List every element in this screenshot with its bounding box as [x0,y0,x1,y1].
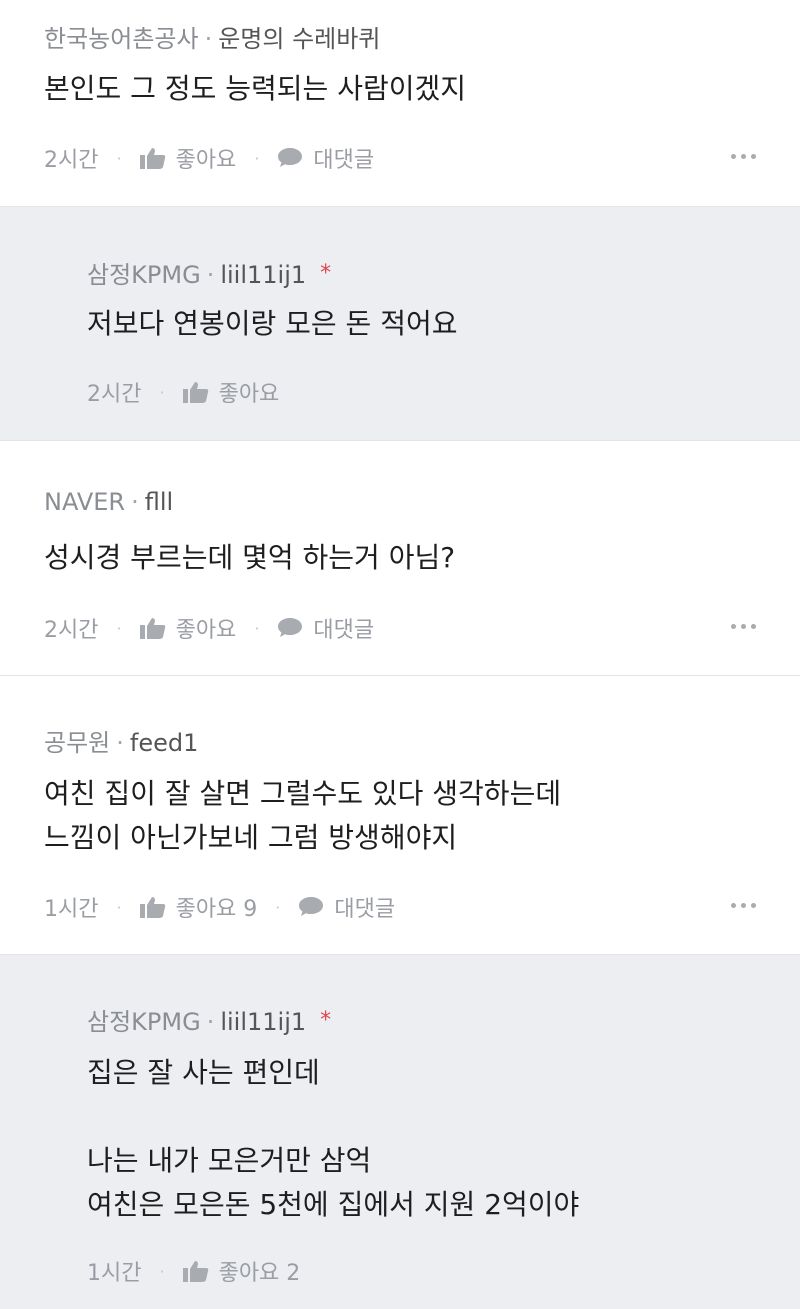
comment-org[interactable]: 삼정KPMG [87,1008,201,1036]
comment-meta: 공무원 · feed1 [44,723,198,758]
meta-separator: · [131,488,139,516]
comment-list: 한국농어촌공사 · 운명의 수레바퀴 본인도 그 정도 능력되는 사람이겠지 2시간… [0,0,800,1309]
thumbs-up-icon [139,148,165,169]
thumbs-up-icon [182,1261,208,1282]
comment: NAVER · flll 성시경 부르는데 몇억 하는거 아님? 2시간 · 좋아요… [0,441,800,676]
comment-text-line: 집은 잘 사는 편인데 [87,1056,320,1089]
comment-meta: NAVER · flll [44,488,173,516]
more-dots-icon[interactable] [731,903,756,908]
reply-button[interactable]: 대댓글 [298,891,395,923]
comment-time: 1시간 [44,897,99,922]
comment: 공무원 · feed1 여친 집이 잘 살면 그럴수도 있다 생각하는데 느낌이 아… [0,676,800,955]
thumbs-up-icon [182,382,208,403]
like-label: 좋아요 2 [218,1261,301,1286]
like-button[interactable]: 좋아요 2 [182,1255,301,1287]
thumbs-up-icon [139,618,165,639]
comment-time: 2시간 [44,148,99,173]
comment: 한국농어촌공사 · 운명의 수레바퀴 본인도 그 정도 능력되는 사람이겠지 2시간… [0,0,800,207]
meta-separator: · [204,25,213,53]
comment-footer: 1시간 · 좋아요 9 · 대댓글 [44,891,395,923]
footer-dot: · [159,1261,165,1281]
comment-text-line [87,1095,579,1139]
reply-button[interactable]: 대댓글 [277,142,374,174]
footer-dot: · [116,148,122,168]
comment-author[interactable]: feed1 [130,729,198,757]
comment-meta: 삼정KPMG · liil11ij1 * [87,1002,331,1037]
reply-comment: 삼정KPMG · liil11ij1 * 저보다 연봉이랑 모은 돈 적어요 2시간 … [0,207,800,441]
meta-separator: · [206,1008,215,1036]
comment-org[interactable]: NAVER [44,488,125,516]
comment-text-line: 여친은 모은돈 5천에 집에서 지원 2억이야 [87,1188,580,1221]
reply-label: 대댓글 [313,148,375,173]
like-button[interactable]: 좋아요 [139,142,237,174]
comment-body: 여친 집이 잘 살면 그럴수도 있다 생각하는데 느낌이 아닌가보네 그럼 방생… [44,772,561,860]
more-dots-icon[interactable] [731,624,756,629]
comment-text-line: 성시경 부르는데 몇억 하는거 아님? [44,541,456,574]
comment-text-line: 여친 집이 잘 살면 그럴수도 있다 생각하는데 [44,777,562,810]
comment-author[interactable]: flll [145,488,173,516]
comment-org[interactable]: 공무원 [44,729,110,757]
comment-footer: 2시간 · 좋아요 · 대댓글 [44,612,374,644]
comment-text-line: 나는 내가 모은거만 삼억 [87,1144,372,1177]
footer-dot: · [275,897,281,917]
like-button[interactable]: 좋아요 [182,376,280,408]
comment-footer: 2시간 · 좋아요 [87,376,279,408]
comment-author[interactable]: 운명의 수레바퀴 [218,25,380,53]
comment-body: 성시경 부르는데 몇억 하는거 아님? [44,536,455,580]
footer-dot: · [116,897,122,917]
comment-author[interactable]: liil11ij1 [220,1008,306,1036]
comment-text-line: 저보다 연봉이랑 모은 돈 적어요 [87,307,458,340]
speech-bubble-icon [278,618,303,637]
author-mark: * [320,1008,332,1033]
comment-time: 2시간 [87,382,142,407]
meta-separator: · [206,261,215,289]
like-label: 좋아요 [175,618,237,643]
comment-org[interactable]: 삼정KPMG [87,261,201,289]
comment-time: 1시간 [87,1261,142,1286]
comment-author[interactable]: liil11ij1 [220,261,306,289]
comment-meta: 한국농어촌공사 · 운명의 수레바퀴 [44,19,380,54]
speech-bubble-icon [299,897,324,916]
comment-text-line: 느낌이 아닌가보네 그럼 방생해야지 [44,821,458,854]
reply-comment: 삼정KPMG · liil11ij1 * 집은 잘 사는 편인데 나는 내가 모은거만… [0,955,800,1309]
comment-body: 저보다 연봉이랑 모은 돈 적어요 [87,302,457,346]
like-label: 좋아요 [218,382,280,407]
comment-footer: 1시간 · 좋아요 2 [87,1255,300,1287]
author-mark: * [320,261,332,286]
footer-dot: · [254,148,260,168]
like-button[interactable]: 좋아요 9 [139,891,258,923]
reply-label: 대댓글 [334,897,396,922]
comment-org[interactable]: 한국농어촌공사 [44,25,199,53]
like-button[interactable]: 좋아요 [139,612,237,644]
comment-footer: 2시간 · 좋아요 · 대댓글 [44,142,374,174]
comment-text-line: 본인도 그 정도 능력되는 사람이겠지 [44,72,467,105]
footer-dot: · [159,382,165,402]
comment-time: 2시간 [44,618,99,643]
footer-dot: · [116,618,122,638]
reply-label: 대댓글 [313,618,375,643]
reply-button[interactable]: 대댓글 [277,612,374,644]
comment-body: 본인도 그 정도 능력되는 사람이겠지 [44,67,466,111]
like-label: 좋아요 9 [175,897,258,922]
comment-body: 집은 잘 사는 편인데 나는 내가 모은거만 삼억 여친은 모은돈 5천에 집에… [87,1051,579,1227]
speech-bubble-icon [278,148,303,167]
like-label: 좋아요 [175,148,237,173]
thumbs-up-icon [139,897,165,918]
meta-separator: · [116,729,124,757]
comment-meta: 삼정KPMG · liil11ij1 * [87,255,331,290]
footer-dot: · [254,618,260,638]
more-dots-icon[interactable] [731,154,756,159]
